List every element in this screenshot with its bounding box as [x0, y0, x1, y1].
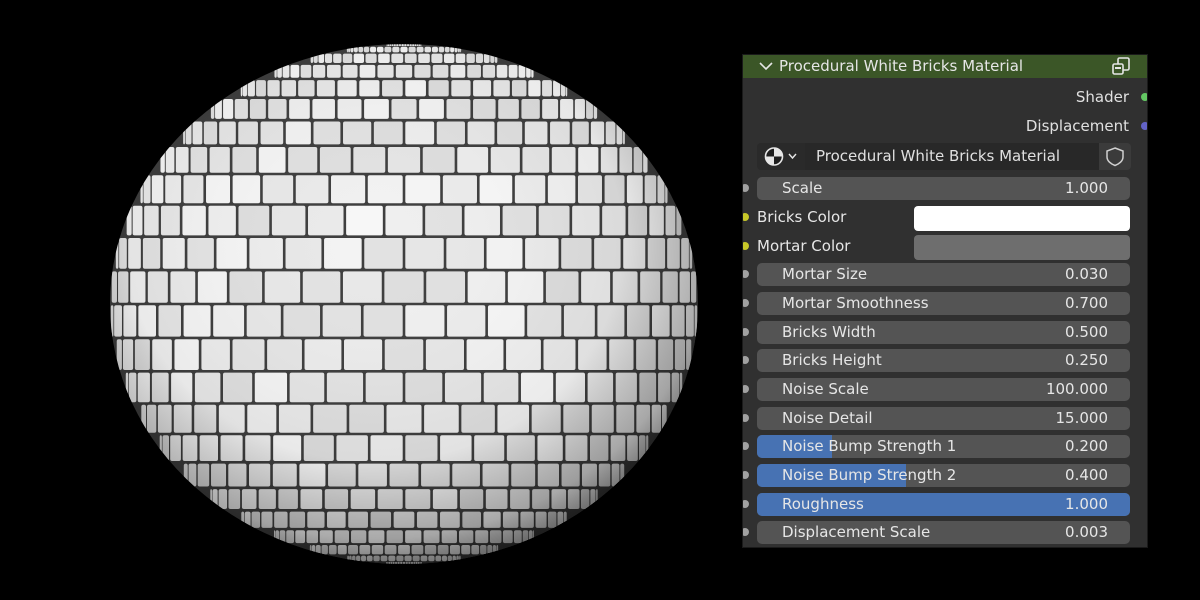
input-mortar-size-socket[interactable] [743, 270, 749, 278]
output-shader-socket[interactable] [1141, 93, 1147, 101]
input-bricks-color-socket[interactable] [743, 213, 749, 221]
node-title: Procedural White Bricks Material [779, 57, 1024, 75]
bricks-color-label: Bricks Color [757, 208, 847, 226]
roughness-label: Roughness [782, 495, 864, 513]
noise-detail-field[interactable]: Noise Detail 15.000 [757, 407, 1130, 430]
material-preview-sphere [110, 44, 698, 564]
mortar-size-field[interactable]: Mortar Size 0.030 [757, 263, 1130, 286]
mortar-color-label: Mortar Color [757, 237, 851, 255]
displacement-scale-field[interactable]: Displacement Scale 0.003 [757, 521, 1130, 544]
output-displacement-socket[interactable] [1141, 122, 1147, 130]
input-scale-socket[interactable] [743, 184, 749, 192]
scale-field[interactable]: Scale 1.000 [757, 177, 1130, 200]
input-bricks-height-socket[interactable] [743, 356, 749, 364]
input-noise-detail-socket[interactable] [743, 414, 749, 422]
scale-value: 1.000 [1065, 179, 1108, 197]
node-group-datablock-selector[interactable]: Procedural White Bricks Material [757, 143, 1131, 170]
roughness-value: 1.000 [1065, 495, 1108, 513]
displacement-scale-label: Displacement Scale [782, 523, 931, 541]
displacement-scale-value: 0.003 [1065, 523, 1108, 541]
scale-label: Scale [782, 179, 823, 197]
noise-detail-label: Noise Detail [782, 409, 873, 427]
datablock-name-field[interactable]: Procedural White Bricks Material [805, 143, 1099, 170]
input-noise-bump-2-socket[interactable] [743, 471, 749, 479]
bricks-width-field[interactable]: Bricks Width 0.500 [757, 321, 1130, 344]
bricks-height-label: Bricks Height [782, 351, 882, 369]
node-tree-icon [764, 147, 797, 166]
node-group-panel[interactable]: Procedural White Bricks Material Shader … [743, 55, 1147, 547]
shield-icon [1106, 147, 1124, 167]
noise-bump-strength-2-value: 0.400 [1065, 466, 1108, 484]
output-shader-label: Shader [1075, 88, 1129, 106]
node-header[interactable]: Procedural White Bricks Material [743, 55, 1147, 78]
mortar-smoothness-value: 0.700 [1065, 294, 1108, 312]
bricks-height-value: 0.250 [1065, 351, 1108, 369]
roughness-slider[interactable]: Roughness 1.000 [757, 493, 1130, 516]
noise-bump-strength-1-slider[interactable]: Noise Bump Strength 1 0.200 [757, 435, 1130, 458]
noise-scale-field[interactable]: Noise Scale 100.000 [757, 378, 1130, 401]
bricks-width-value: 0.500 [1065, 323, 1108, 341]
node-group-icon[interactable] [1111, 56, 1133, 76]
mortar-size-value: 0.030 [1065, 265, 1108, 283]
fake-user-button[interactable] [1099, 143, 1131, 170]
bricks-height-field[interactable]: Bricks Height 0.250 [757, 349, 1130, 372]
input-noise-scale-socket[interactable] [743, 385, 749, 393]
mortar-smoothness-label: Mortar Smoothness [782, 294, 929, 312]
input-mortar-smoothness-socket[interactable] [743, 299, 749, 307]
bricks-color-swatch[interactable] [914, 206, 1130, 231]
noise-bump-strength-1-value: 0.200 [1065, 437, 1108, 455]
input-roughness-socket[interactable] [743, 500, 749, 508]
mortar-smoothness-field[interactable]: Mortar Smoothness 0.700 [757, 292, 1130, 315]
noise-detail-value: 15.000 [1055, 409, 1109, 427]
input-noise-bump-1-socket[interactable] [743, 442, 749, 450]
input-mortar-color-socket[interactable] [743, 242, 749, 250]
bricks-width-label: Bricks Width [782, 323, 876, 341]
noise-bump-strength-2-slider[interactable]: Noise Bump Strength 2 0.400 [757, 464, 1130, 487]
chevron-down-icon[interactable] [758, 57, 774, 75]
datablock-browse-button[interactable] [757, 143, 805, 170]
output-displacement-label: Displacement [1025, 117, 1129, 135]
noise-scale-label: Noise Scale [782, 380, 869, 398]
noise-bump-strength-1-label: Noise Bump Strength 1 [782, 437, 957, 455]
mortar-color-swatch[interactable] [914, 235, 1130, 260]
mortar-size-label: Mortar Size [782, 265, 868, 283]
input-displacement-scale-socket[interactable] [743, 528, 749, 536]
input-bricks-width-socket[interactable] [743, 328, 749, 336]
noise-scale-value: 100.000 [1045, 380, 1108, 398]
noise-bump-strength-2-label: Noise Bump Strength 2 [782, 466, 957, 484]
